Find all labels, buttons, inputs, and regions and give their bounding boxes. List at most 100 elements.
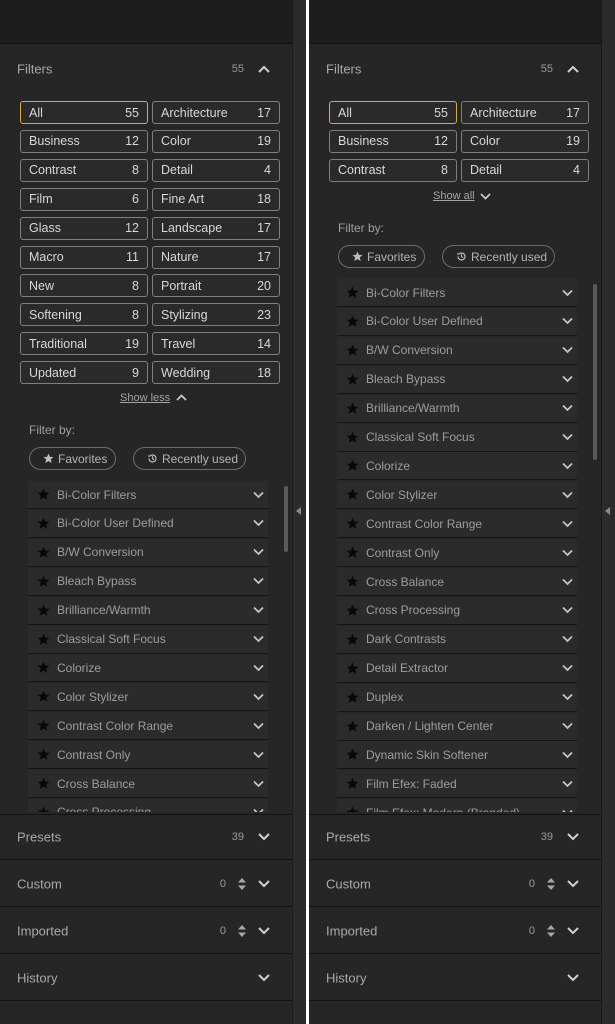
list-item[interactable]: Bi-Color User Defined <box>337 307 577 336</box>
list-item[interactable]: Colorize <box>337 452 577 481</box>
chevron-down-icon[interactable] <box>567 926 579 935</box>
list-item[interactable]: Bi-Color User Defined <box>28 509 268 538</box>
list-item[interactable]: Bi-Color Filters <box>28 481 268 509</box>
category-chip[interactable]: Architecture 17 <box>461 101 589 124</box>
recently-used-pill[interactable]: Recently used <box>133 447 246 470</box>
sort-updown-icon[interactable] <box>545 877 557 891</box>
chevron-down-icon[interactable] <box>258 926 270 935</box>
list-item[interactable]: Bleach Bypass <box>337 365 577 394</box>
list-item[interactable]: Detail Extractor <box>337 654 577 683</box>
chevron-down-icon[interactable] <box>562 722 573 730</box>
chevron-down-icon[interactable] <box>258 833 270 841</box>
list-item[interactable]: Colorize <box>28 654 268 683</box>
show-less-link[interactable]: Show less <box>120 392 170 404</box>
chevron-down-icon[interactable] <box>253 578 264 585</box>
chevron-down-icon[interactable] <box>253 751 264 758</box>
category-chip[interactable]: Nature 17 <box>152 245 280 269</box>
list-item[interactable]: Film Efex: Modern (Branded) <box>337 799 577 812</box>
chevron-down-icon[interactable] <box>562 693 573 701</box>
category-chip[interactable]: Fine Art 18 <box>152 187 280 211</box>
category-chip[interactable]: Travel 14 <box>152 332 280 356</box>
custom-section[interactable]: Custom 0 <box>0 861 292 907</box>
list-item[interactable]: Dynamic Skin Softener <box>337 741 577 770</box>
category-chip[interactable]: Color 19 <box>152 129 280 153</box>
category-chip[interactable]: Softening 8 <box>20 303 148 327</box>
category-chip[interactable]: All 55 <box>329 101 457 124</box>
list-item[interactable]: B/W Conversion <box>337 336 577 365</box>
list-item[interactable]: Contrast Color Range <box>337 510 577 539</box>
category-chip[interactable]: Detail 4 <box>461 158 589 182</box>
list-item[interactable]: Cross Processing <box>28 798 268 812</box>
chevron-down-icon[interactable] <box>562 809 573 812</box>
list-item[interactable]: Brilliance/Warmth <box>28 596 268 625</box>
recently-used-pill[interactable]: Recently used <box>442 245 555 268</box>
list-scrollbar[interactable] <box>284 486 288 552</box>
category-chip[interactable]: Wedding 18 <box>152 361 280 385</box>
list-scrollbar[interactable] <box>593 284 597 460</box>
chevron-down-icon[interactable] <box>562 607 573 614</box>
chevron-down-icon[interactable] <box>567 833 579 841</box>
chevron-up-icon[interactable] <box>258 65 270 73</box>
chevron-down-icon[interactable] <box>562 376 573 383</box>
chevron-down-icon[interactable] <box>562 520 573 527</box>
list-item[interactable]: Color Stylizer <box>337 481 577 510</box>
chevron-down-icon[interactable] <box>253 809 264 812</box>
category-chip[interactable]: Color 19 <box>461 129 589 153</box>
favorites-pill[interactable]: Favorites <box>29 447 116 470</box>
presets-section[interactable]: Presets 39 <box>0 814 292 860</box>
chevron-up-icon[interactable] <box>176 394 187 401</box>
list-item[interactable]: Bi-Color Filters <box>337 279 577 307</box>
list-item[interactable]: Film Efex: Faded <box>337 770 577 799</box>
collapse-panel-handle[interactable] <box>292 0 306 1024</box>
list-item[interactable]: B/W Conversion <box>28 538 268 567</box>
category-chip[interactable]: All 55 <box>20 101 148 124</box>
chevron-down-icon[interactable] <box>562 751 573 759</box>
list-item[interactable]: Color Stylizer <box>28 683 268 712</box>
category-chip[interactable]: Portrait 20 <box>152 274 280 298</box>
chevron-down-icon[interactable] <box>253 491 264 498</box>
chevron-down-icon[interactable] <box>562 665 573 672</box>
category-chip[interactable]: New 8 <box>20 274 148 298</box>
list-item[interactable]: Contrast Only <box>28 741 268 770</box>
filters-header[interactable]: Filters 55 <box>0 46 292 92</box>
chevron-down-icon[interactable] <box>253 606 264 614</box>
list-item[interactable]: Brilliance/Warmth <box>337 394 577 423</box>
category-chip[interactable]: Glass 12 <box>20 216 148 240</box>
imported-section[interactable]: Imported 0 <box>309 908 601 954</box>
chevron-down-icon[interactable] <box>562 318 573 325</box>
chevron-down-icon[interactable] <box>562 347 573 354</box>
chevron-down-icon[interactable] <box>567 973 579 982</box>
chevron-down-icon[interactable] <box>562 462 573 470</box>
custom-section[interactable]: Custom 0 <box>309 861 601 907</box>
category-chip[interactable]: Landscape 17 <box>152 216 280 240</box>
chevron-down-icon[interactable] <box>253 693 264 701</box>
category-chip[interactable]: Stylizing 23 <box>152 303 280 327</box>
chevron-down-icon[interactable] <box>253 722 264 729</box>
chevron-down-icon[interactable] <box>562 549 573 556</box>
list-item[interactable]: Darken / Lighten Center <box>337 712 577 741</box>
category-chip[interactable]: Film 6 <box>20 187 148 211</box>
list-item[interactable]: Contrast Color Range <box>28 712 268 741</box>
chevron-down-icon[interactable] <box>562 578 573 585</box>
category-chip[interactable]: Contrast 8 <box>20 158 148 182</box>
chevron-down-icon[interactable] <box>562 433 573 441</box>
category-chip[interactable]: Business 12 <box>20 129 148 153</box>
chevron-down-icon[interactable] <box>253 549 264 556</box>
favorites-pill[interactable]: Favorites <box>338 245 425 268</box>
chevron-down-icon[interactable] <box>562 404 573 412</box>
chevron-down-icon[interactable] <box>562 780 573 788</box>
chevron-down-icon[interactable] <box>253 520 264 527</box>
list-item[interactable]: Cross Processing <box>337 596 577 625</box>
category-chip[interactable]: Business 12 <box>329 129 457 153</box>
chevron-down-icon[interactable] <box>253 664 264 672</box>
show-all-link[interactable]: Show all <box>433 190 475 202</box>
history-section[interactable]: History <box>309 955 601 1001</box>
category-chip[interactable]: Architecture 17 <box>152 101 280 124</box>
list-item[interactable]: Cross Balance <box>28 770 268 798</box>
category-chip[interactable]: Macro 11 <box>20 245 148 269</box>
chevron-down-icon[interactable] <box>562 491 573 499</box>
chevron-down-icon[interactable] <box>567 879 579 888</box>
list-item[interactable]: Bleach Bypass <box>28 567 268 596</box>
sort-updown-icon[interactable] <box>236 924 248 938</box>
list-item[interactable]: Classical Soft Focus <box>337 423 577 452</box>
